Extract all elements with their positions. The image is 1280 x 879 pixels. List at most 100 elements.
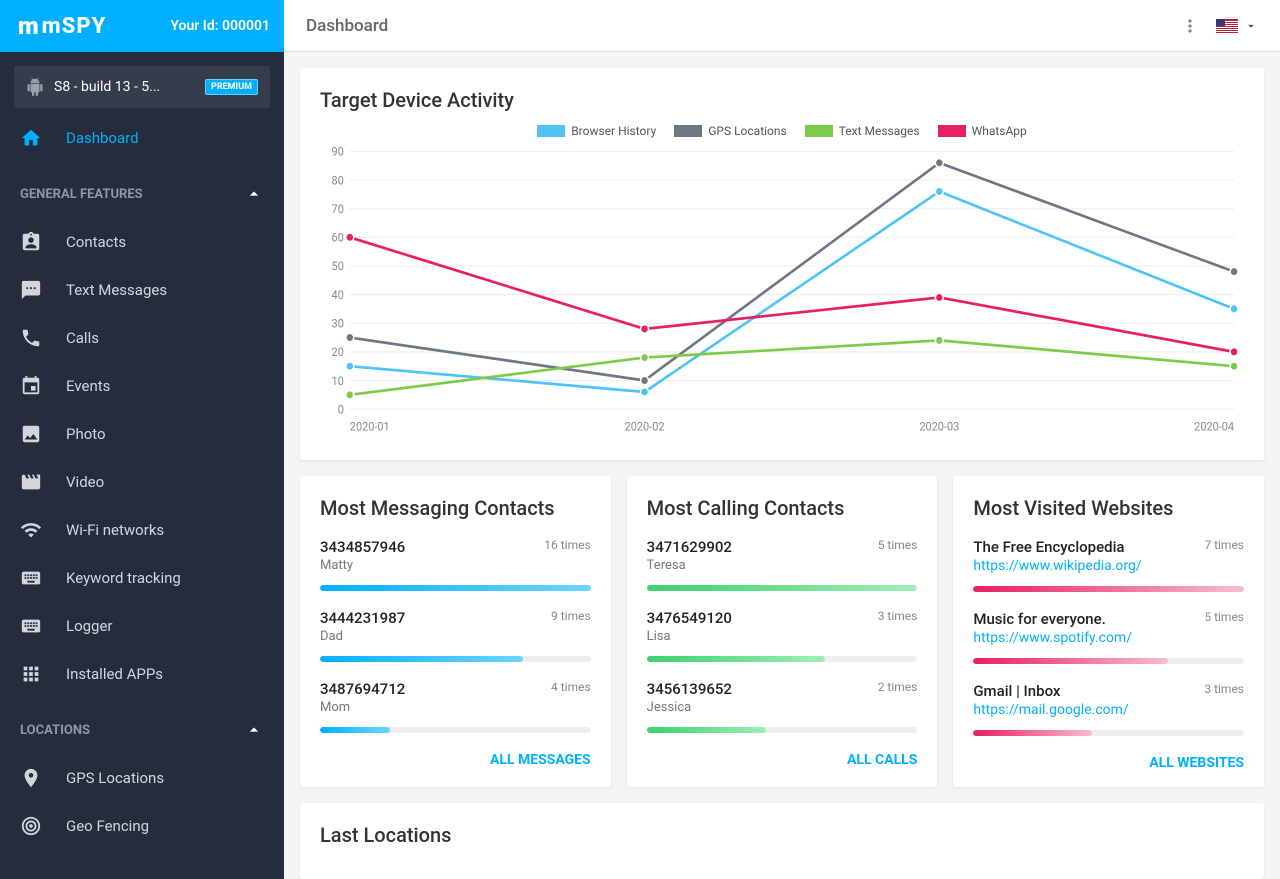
legend-item[interactable]: WhatsApp bbox=[938, 124, 1027, 138]
svg-text:0: 0 bbox=[338, 402, 344, 417]
sidebar-item-label: GPS Locations bbox=[66, 769, 164, 787]
sidebar-item-geo-fencing[interactable]: Geo Fencing bbox=[0, 802, 284, 850]
item-title: 3444231987 bbox=[320, 609, 405, 627]
legend-item[interactable]: Browser History bbox=[537, 124, 656, 138]
svg-text:80: 80 bbox=[332, 173, 344, 188]
sidebar-section-general[interactable]: GENERAL FEATURES bbox=[0, 170, 284, 218]
item-title: 3434857946 bbox=[320, 538, 405, 556]
android-icon bbox=[26, 78, 44, 96]
legend-item[interactable]: Text Messages bbox=[805, 124, 920, 138]
stats-row: Most Messaging Contacts 3434857946Matty1… bbox=[300, 476, 1264, 803]
sidebar-item-dashboard[interactable]: Dashboard bbox=[0, 114, 284, 162]
item-count: 9 times bbox=[551, 609, 591, 623]
brand-logo: mmSPY bbox=[18, 12, 106, 40]
all-websites-link[interactable]: ALL WEBSITES bbox=[1149, 755, 1244, 771]
legend-swatch bbox=[805, 125, 833, 137]
activity-chart: 01020304050607080902020-012020-022020-03… bbox=[320, 146, 1244, 436]
premium-badge: PREMIUM bbox=[205, 79, 258, 95]
item-link[interactable]: https://www.wikipedia.org/ bbox=[973, 558, 1141, 574]
legend-swatch bbox=[674, 125, 702, 137]
item-title: 3456139652 bbox=[647, 680, 732, 698]
sidebar-section-label: GENERAL FEATURES bbox=[20, 187, 143, 202]
sidebar-item-logger[interactable]: Logger bbox=[0, 602, 284, 650]
progress-bar bbox=[647, 727, 918, 733]
contacts-icon bbox=[20, 231, 42, 253]
sidebar-section-label: LOCATIONS bbox=[20, 723, 90, 738]
sidebar-item-label: Wi-Fi networks bbox=[66, 521, 164, 539]
keyboard-icon bbox=[20, 615, 42, 637]
sidebar-item-gps-locations[interactable]: GPS Locations bbox=[0, 754, 284, 802]
sidebar-item-label: Calls bbox=[66, 329, 99, 347]
activity-card: Target Device Activity Browser History GP… bbox=[300, 68, 1264, 460]
sidebar-item-label: Photo bbox=[66, 425, 106, 443]
list-item: 3444231987Dad9 times bbox=[320, 609, 591, 662]
sidebar-item-installed-apps[interactable]: Installed APPs bbox=[0, 650, 284, 698]
page-title: Dashboard bbox=[306, 16, 388, 36]
wifi-icon bbox=[20, 519, 42, 541]
most-calling-card: Most Calling Contacts 3471629902Teresa5 … bbox=[627, 476, 938, 787]
sidebar-item-events[interactable]: Events bbox=[0, 362, 284, 410]
svg-text:40: 40 bbox=[332, 287, 344, 302]
sidebar-item-label: Installed APPs bbox=[66, 665, 163, 683]
list-item: 3471629902Teresa5 times bbox=[647, 538, 918, 591]
legend-label: WhatsApp bbox=[972, 124, 1027, 138]
sidebar-item-calls[interactable]: Calls bbox=[0, 314, 284, 362]
svg-text:2020-01: 2020-01 bbox=[350, 419, 390, 434]
legend-label: Browser History bbox=[571, 124, 656, 138]
main: Dashboard Target Device Activity Browser… bbox=[284, 0, 1280, 879]
all-calls-link[interactable]: ALL CALLS bbox=[847, 752, 917, 768]
svg-text:2020-04: 2020-04 bbox=[1194, 419, 1234, 434]
chevron-down-icon bbox=[1244, 19, 1258, 33]
sidebar-item-wi-fi-networks[interactable]: Wi-Fi networks bbox=[0, 506, 284, 554]
keyboard-icon bbox=[20, 567, 42, 589]
card-title: Last Locations bbox=[320, 823, 1244, 847]
svg-text:30: 30 bbox=[332, 316, 344, 331]
item-count: 4 times bbox=[551, 680, 591, 694]
item-count: 7 times bbox=[1204, 538, 1244, 552]
legend-label: GPS Locations bbox=[708, 124, 786, 138]
legend-swatch bbox=[537, 125, 565, 137]
legend-swatch bbox=[938, 125, 966, 137]
item-link[interactable]: https://www.spotify.com/ bbox=[973, 630, 1132, 646]
sidebar-item-label: Logger bbox=[66, 617, 113, 635]
apps-icon bbox=[20, 663, 42, 685]
list-item: Music for everyone.https://www.spotify.c… bbox=[973, 610, 1244, 664]
sidebar-item-label: Contacts bbox=[66, 233, 126, 251]
list-item: 3434857946Matty16 times bbox=[320, 538, 591, 591]
legend-label: Text Messages bbox=[839, 124, 920, 138]
item-count: 16 times bbox=[544, 538, 590, 552]
sidebar-header: mmSPY Your Id: 000001 bbox=[0, 0, 284, 52]
list-item: 3476549120Lisa3 times bbox=[647, 609, 918, 662]
device-selector[interactable]: S8 - build 13 - 5... PREMIUM bbox=[14, 66, 270, 108]
item-link[interactable]: https://mail.google.com/ bbox=[973, 702, 1128, 718]
svg-text:50: 50 bbox=[332, 259, 344, 274]
item-title: Gmail | Inbox bbox=[973, 682, 1128, 700]
item-title: 3487694712 bbox=[320, 680, 405, 698]
more-icon[interactable] bbox=[1180, 16, 1200, 36]
list-item: Gmail | Inbox https://mail.google.com/3 t… bbox=[973, 682, 1244, 736]
sidebar-item-label: Keyword tracking bbox=[66, 569, 181, 587]
sidebar-item-photo[interactable]: Photo bbox=[0, 410, 284, 458]
activity-title: Target Device Activity bbox=[320, 88, 1244, 112]
all-messages-link[interactable]: ALL MESSAGES bbox=[490, 752, 591, 768]
event-icon bbox=[20, 375, 42, 397]
sidebar-item-label: Geo Fencing bbox=[66, 817, 149, 835]
svg-text:90: 90 bbox=[332, 146, 344, 159]
language-selector[interactable] bbox=[1216, 19, 1258, 33]
item-count: 3 times bbox=[1204, 682, 1244, 696]
sidebar-section-locations[interactable]: LOCATIONS bbox=[0, 706, 284, 754]
most-messaging-card: Most Messaging Contacts 3434857946Matty1… bbox=[300, 476, 611, 787]
sidebar-item-video[interactable]: Video bbox=[0, 458, 284, 506]
sidebar-item-contacts[interactable]: Contacts bbox=[0, 218, 284, 266]
svg-text:2020-03: 2020-03 bbox=[919, 419, 959, 434]
topbar: Dashboard bbox=[284, 0, 1280, 52]
progress-bar bbox=[973, 658, 1244, 664]
sidebar-item-label: Dashboard bbox=[66, 129, 139, 147]
legend-item[interactable]: GPS Locations bbox=[674, 124, 786, 138]
video-icon bbox=[20, 471, 42, 493]
item-count: 5 times bbox=[878, 538, 918, 552]
sidebar-item-text-messages[interactable]: Text Messages bbox=[0, 266, 284, 314]
sidebar-item-keyword-tracking[interactable]: Keyword tracking bbox=[0, 554, 284, 602]
progress-bar bbox=[647, 585, 918, 591]
call-icon bbox=[20, 327, 42, 349]
